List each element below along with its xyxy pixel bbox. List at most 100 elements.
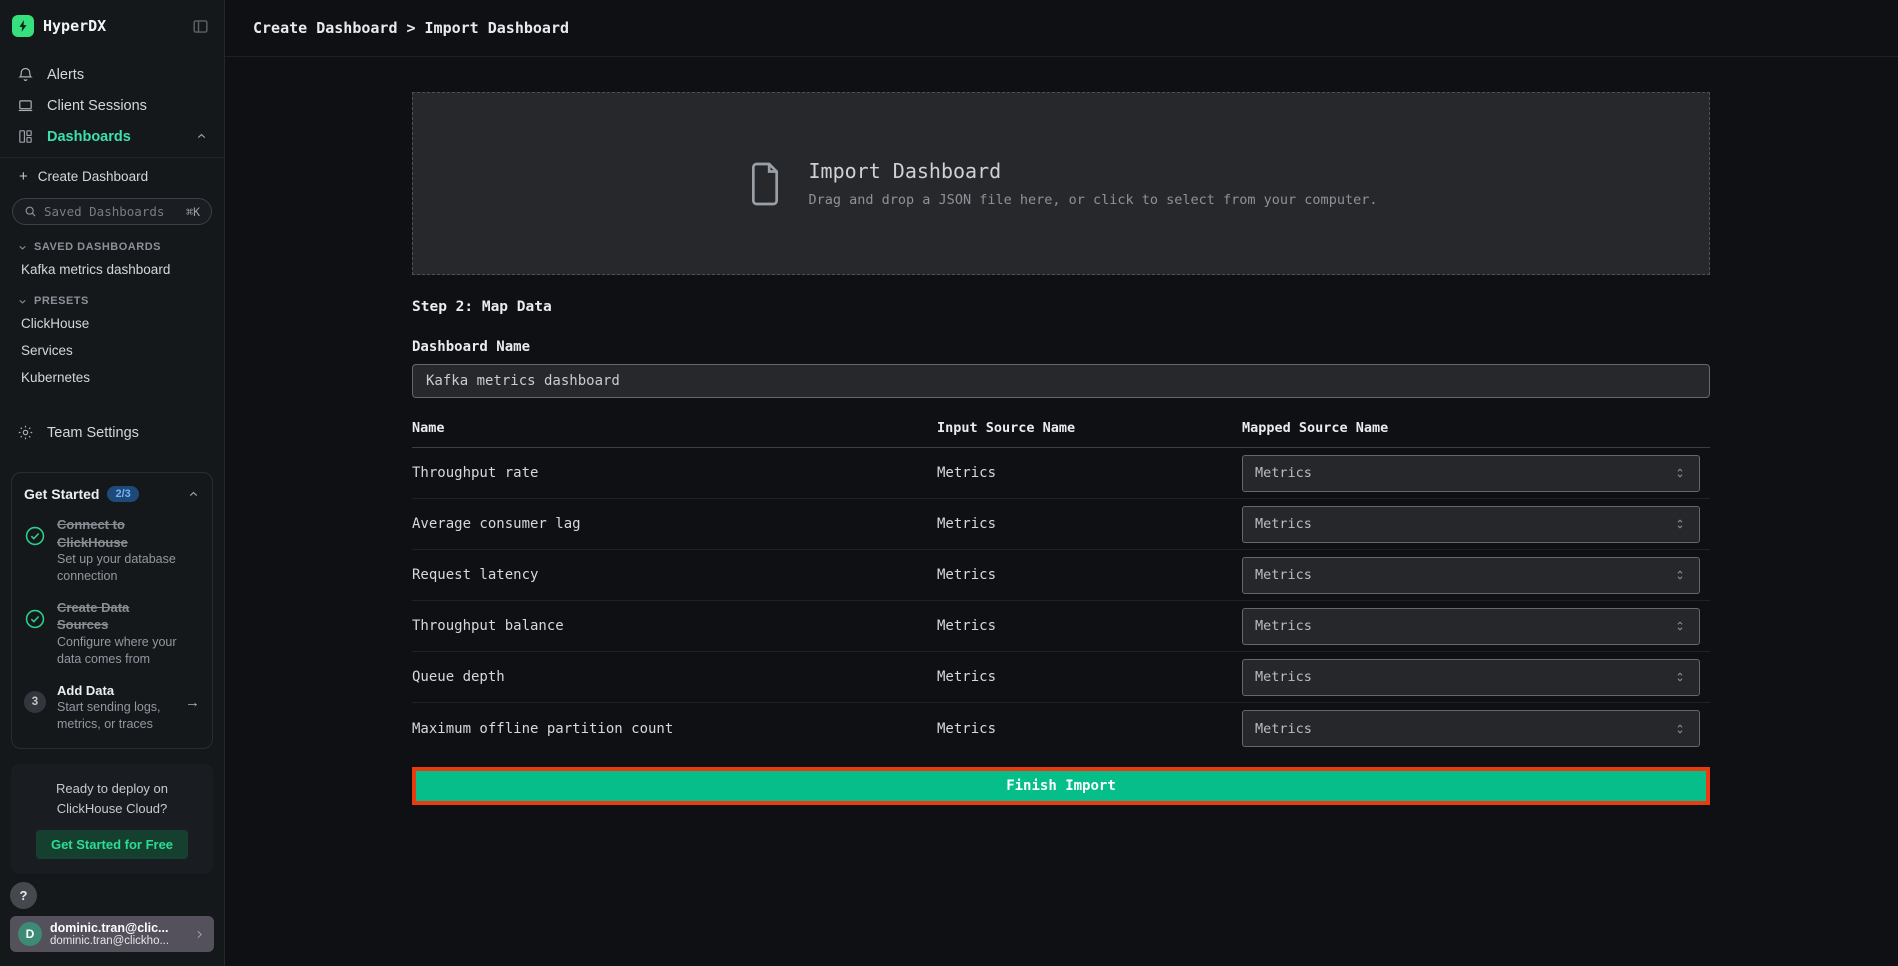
gear-icon [16,424,34,441]
chevron-up-down-icon [1673,568,1687,582]
user-name: dominic.tran@clic... [50,921,169,935]
sidebar-bottom: Ready to deploy on ClickHouse Cloud? Get… [0,764,224,966]
chevron-down-icon [17,296,28,307]
dropzone-text: Import Dashboard Drag and drop a JSON fi… [809,159,1378,208]
table-row: Request latency Metrics Metrics [412,550,1710,601]
row-input-source: Metrics [937,669,1242,685]
sidebar-item-dashboards[interactable]: Dashboards [0,121,224,152]
row-name: Average consumer lag [412,516,937,532]
chevron-up-down-icon [1673,517,1687,531]
row-input-source: Metrics [937,618,1242,634]
step-text: Add Data Start sending logs, metrics, or… [57,682,174,733]
step-subtitle: Set up your database connection [57,551,181,585]
select-value: Metrics [1255,516,1312,532]
section-saved-dashboards[interactable]: SAVED DASHBOARDS [0,229,224,256]
chevron-up-icon[interactable] [187,488,200,501]
sidebar-collapse-icon[interactable] [191,17,210,36]
mapped-source-select[interactable]: Metrics [1242,659,1700,696]
row-input-source: Metrics [937,567,1242,583]
search-icon [24,205,37,218]
chevron-right-icon [193,928,206,941]
column-header-input-source: Input Source Name [937,420,1242,436]
main-area: Create Dashboard>Import Dashboard Import… [225,0,1898,966]
dashboards-grid-icon [16,128,34,145]
table-row: Throughput rate Metrics Metrics [412,448,1710,499]
dropzone-title: Import Dashboard [809,159,1378,183]
saved-dashboard-item[interactable]: Kafka metrics dashboard [0,256,224,283]
section-presets[interactable]: PRESETS [0,283,224,310]
step-title: Connect to ClickHouse [57,516,181,551]
select-value: Metrics [1255,669,1312,685]
chevron-up-down-icon [1673,619,1687,633]
create-dashboard-label: Create Dashboard [38,169,148,184]
saved-dashboards-search-input[interactable]: Saved Dashboards ⌘K [12,198,212,225]
select-value: Metrics [1255,567,1312,583]
table-row: Throughput balance Metrics Metrics [412,601,1710,652]
breadcrumb-create-dashboard[interactable]: Create Dashboard [253,19,398,37]
chevron-up-icon[interactable] [195,130,208,143]
create-dashboard-button[interactable]: + Create Dashboard [0,158,224,188]
check-circle-icon [24,525,46,552]
user-info: dominic.tran@clic... dominic.tran@clickh… [50,921,169,947]
finish-import-button[interactable]: Finish Import [416,771,1706,801]
cloud-promo-line1: Ready to deploy on [23,779,201,799]
page-header: Create Dashboard>Import Dashboard [225,0,1898,57]
step-2-title: Step 2: Map Data [412,299,1710,315]
sidebar-item-alerts[interactable]: Alerts [0,59,224,90]
row-name: Queue depth [412,669,937,685]
table-header-row: Name Input Source Name Mapped Source Nam… [412,420,1710,448]
mapped-source-select[interactable]: Metrics [1242,557,1700,594]
arrow-right-icon: → [185,694,200,711]
preset-item-kubernetes[interactable]: Kubernetes [0,364,224,391]
preset-item-services[interactable]: Services [0,337,224,364]
mapped-source-select[interactable]: Metrics [1242,710,1700,747]
table-row: Average consumer lag Metrics Metrics [412,499,1710,550]
step-title: Add Data [57,682,174,700]
step-number-badge: 3 [24,691,46,713]
get-started-step-add-data[interactable]: 3 Add Data Start sending logs, metrics, … [24,682,200,733]
step-text: Connect to ClickHouse Set up your databa… [57,516,181,585]
sidebar-item-client-sessions[interactable]: Client Sessions [0,90,224,121]
user-email: dominic.tran@clickho... [50,935,169,947]
get-started-step-sources[interactable]: Create Data Sources Configure where your… [24,599,200,668]
progress-badge: 2/3 [107,486,138,502]
sidebar-item-team-settings[interactable]: Team Settings [0,415,224,450]
user-menu[interactable]: D dominic.tran@clic... dominic.tran@clic… [10,916,214,952]
chevron-up-down-icon [1673,722,1687,736]
sidebar-nav: Alerts Client Sessions Dashboards [0,59,224,152]
table-row: Queue depth Metrics Metrics [412,652,1710,703]
dropzone-subtitle: Drag and drop a JSON file here, or click… [809,192,1378,208]
row-name: Maximum offline partition count [412,721,937,737]
preset-item-clickhouse[interactable]: ClickHouse [0,310,224,337]
bell-icon [16,66,34,83]
step-subtitle: Start sending logs, metrics, or traces [57,699,174,733]
step-text: Create Data Sources Configure where your… [57,599,181,668]
hyperdx-logo-icon [12,15,34,37]
check-circle-icon [24,608,46,635]
mapped-source-select[interactable]: Metrics [1242,608,1700,645]
breadcrumb-import-dashboard: Import Dashboard [425,19,570,37]
logo-row: HyperDX [0,0,224,43]
app-title: HyperDX [43,17,106,35]
help-button[interactable]: ? [10,882,37,909]
row-name: Request latency [412,567,937,583]
get-started-card: Get Started 2/3 Connect to ClickHouse Se… [11,472,213,749]
nav-label: Client Sessions [47,98,147,114]
import-dropzone[interactable]: Import Dashboard Drag and drop a JSON fi… [412,92,1710,275]
mapped-source-select[interactable]: Metrics [1242,506,1700,543]
get-started-step-connect[interactable]: Connect to ClickHouse Set up your databa… [24,516,200,585]
dashboard-name-input[interactable] [412,364,1710,398]
nav-label: Alerts [47,67,84,83]
step-subtitle: Configure where your data comes from [57,634,181,668]
get-started-free-button[interactable]: Get Started for Free [36,830,188,859]
cloud-promo-line2: ClickHouse Cloud? [23,799,201,819]
get-started-header[interactable]: Get Started 2/3 [24,486,200,502]
annotation-highlight-box: Finish Import [412,767,1710,805]
plus-icon: + [19,169,28,184]
import-content: Import Dashboard Drag and drop a JSON fi… [412,92,1710,805]
mapped-source-select[interactable]: Metrics [1242,455,1700,492]
select-value: Metrics [1255,618,1312,634]
avatar: D [18,922,42,946]
row-input-source: Metrics [937,465,1242,481]
dashboard-name-label: Dashboard Name [412,339,1710,355]
